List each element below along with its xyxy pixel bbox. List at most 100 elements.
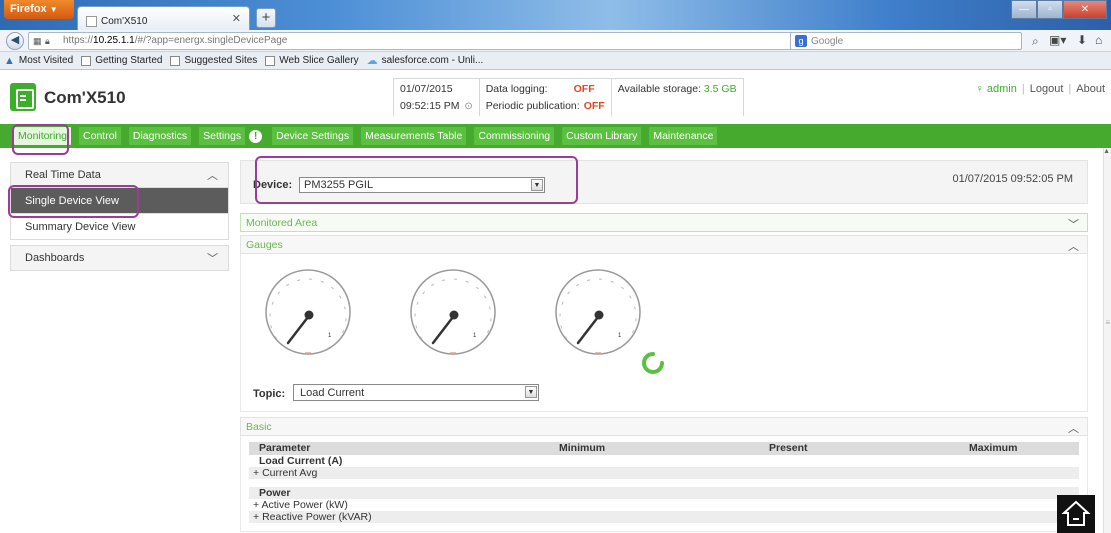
dropdown-arrow-icon[interactable]: ▼ [531, 179, 543, 191]
chevron-up-icon[interactable]: ︿ [1068, 238, 1079, 254]
menu-monitoring[interactable]: Monitoring [14, 127, 72, 145]
table-group-power: Power [249, 487, 1079, 499]
address-bar[interactable]: ▦ 🔒︎ https://10.25.1.1/#/?app=energx.sin… [28, 32, 882, 50]
topic-select[interactable]: Load Current ▼ [293, 384, 539, 401]
chevron-down-icon[interactable]: ﹀ [1068, 216, 1079, 232]
expand-icon[interactable]: + [253, 467, 262, 479]
menu-commissioning[interactable]: Commissioning [474, 127, 555, 145]
logging-block: Data logging: OFF Periodic publication: OF… [480, 79, 612, 116]
column-header-minimum: Minimum [559, 442, 606, 454]
home-shortcut-button[interactable] [1057, 495, 1095, 533]
sidebar-section-dashboards[interactable]: Dashboards ﹀ [10, 245, 229, 271]
close-tab-icon[interactable]: ✕ [232, 12, 241, 25]
basic-panel-header[interactable]: Basic ︿ [240, 417, 1088, 436]
admin-link[interactable]: admin [987, 83, 1017, 95]
menu-control[interactable]: Control [79, 127, 121, 145]
sidebar-item-summary-device-view[interactable]: Summary Device View [10, 214, 229, 240]
home-icon[interactable]: ⌂ [1095, 33, 1102, 47]
table-row[interactable]: + Active Power (kW) [249, 499, 1079, 511]
app-title: Com'X510 [44, 88, 126, 107]
google-icon: g [795, 35, 807, 47]
sidebar-section-label: Dashboards [25, 252, 85, 264]
status-panel: 01/07/2015 09:52:15 PM ⊙ Data logging: OF… [393, 78, 744, 116]
table-row[interactable]: + Reactive Power (kVAR) [249, 511, 1079, 523]
bookmark-label: Getting Started [95, 55, 163, 66]
table-row[interactable]: + Current Avg [249, 467, 1079, 479]
site-identity-icon[interactable]: ▦ [33, 36, 42, 47]
clock-icon: ⊙ [461, 101, 473, 112]
gauge-value: --- [450, 350, 456, 356]
data-logging-label: Data logging: [485, 83, 548, 95]
page-icon [265, 55, 276, 66]
gauge-1: 1 --- [265, 269, 351, 356]
bookmark-most-visited[interactable]: ▲ Most Visited [4, 55, 73, 67]
monitored-area-panel[interactable]: Monitored Area ﹀ [240, 213, 1088, 232]
search-input[interactable]: g Google [790, 32, 1022, 50]
logout-link[interactable]: Logout [1030, 83, 1064, 95]
sidebar-section-real-time-data[interactable]: Real Time Data ︿ [10, 162, 229, 188]
menu-settings[interactable]: Settings [199, 127, 246, 145]
close-window-button[interactable]: ✕ [1063, 0, 1107, 19]
panel-title: Monitored Area [246, 217, 318, 229]
firefox-menu-button[interactable]: Firefox ▼ [4, 0, 74, 19]
search-placeholder: Google [811, 36, 844, 47]
table-group-load-current: Load Current (A) [259, 455, 343, 467]
dropdown-arrow-icon[interactable]: ▼ [525, 386, 537, 398]
row-label: Current Avg [262, 467, 318, 479]
gauge-3: 1 --- [555, 269, 641, 356]
about-link[interactable]: About [1076, 83, 1105, 95]
chevron-down-icon[interactable]: ﹀ [207, 250, 218, 266]
sidebar-item-single-device-view[interactable]: Single Device View [10, 188, 229, 214]
navigation-bar: ◀ ▦ 🔒︎ https://10.25.1.1/#/?app=energx.s… [0, 30, 1111, 52]
panel-title: Gauges [246, 239, 283, 251]
device-select[interactable]: PM3255 PGIL ▼ [299, 177, 545, 193]
storage-label: Available storage: [617, 83, 701, 95]
minimize-button[interactable]: — [1011, 0, 1037, 19]
bookmark-salesforce[interactable]: ☁ salesforce.com - Unli... [367, 54, 484, 67]
page-icon [170, 55, 181, 66]
bookmark-getting-started[interactable]: Getting Started [81, 55, 162, 66]
menu-maintenance[interactable]: Maintenance [649, 127, 718, 145]
browser-tab[interactable]: Com'X510 ✕ [77, 6, 250, 30]
url-path: /#/?app=energx.singleDevicePage [134, 35, 288, 46]
loading-spinner-icon [642, 352, 664, 374]
periodic-publication-status: OFF [583, 100, 605, 112]
gauges-panel-header[interactable]: Gauges ︿ [240, 235, 1088, 254]
new-tab-button[interactable]: + [256, 8, 276, 28]
chevron-up-icon[interactable]: ︿ [1068, 420, 1079, 436]
scroll-up-arrow-icon[interactable]: ▲ [1103, 148, 1110, 155]
current-time: 09:52:15 PM [400, 100, 460, 112]
back-button[interactable]: ◀ [6, 32, 24, 50]
user-icon: ♀ [975, 83, 987, 95]
folder-icon: ▲ [4, 54, 15, 67]
bookmarks-menu-icon[interactable]: ▣▾ [1049, 33, 1066, 47]
bookmarks-toolbar: ▲ Most Visited Getting Started Suggested … [0, 52, 1111, 70]
device-label: Device: [253, 179, 293, 191]
bookmark-web-slice-gallery[interactable]: Web Slice Gallery [265, 55, 359, 66]
menu-diagnostics[interactable]: Diagnostics [128, 127, 192, 145]
data-logging-status: OFF [573, 83, 595, 95]
page-scrollbar[interactable] [1103, 148, 1111, 533]
bookmark-suggested-sites[interactable]: Suggested Sites [170, 55, 257, 66]
gauge-value: --- [305, 350, 311, 356]
search-icon[interactable]: ⌕ [1032, 34, 1039, 49]
menu-measurements-table[interactable]: Measurements Table [361, 127, 467, 145]
bookmark-label: Suggested Sites [184, 55, 258, 66]
menu-device-settings[interactable]: Device Settings [272, 127, 354, 145]
scroll-grip-icon[interactable]: ≡ [1105, 318, 1110, 327]
menu-custom-library[interactable]: Custom Library [562, 127, 642, 145]
downloads-icon[interactable]: ⬇ [1077, 33, 1087, 47]
storage-block: Available storage: 3.5 GB [612, 79, 743, 116]
page-icon [81, 55, 92, 66]
row-label: Active Power (kW) [261, 499, 348, 511]
expand-icon[interactable]: + [253, 511, 262, 523]
warning-icon[interactable]: ! [249, 129, 263, 143]
chevron-up-icon[interactable]: ︿ [207, 167, 218, 183]
bookmark-label: Web Slice Gallery [279, 55, 359, 66]
sidebar-section-label: Real Time Data [25, 169, 101, 181]
url-host: 10.25.1.1 [93, 35, 135, 46]
main-menu: Monitoring Control Diagnostics Settings … [0, 124, 1111, 148]
maximize-button[interactable]: ▫ [1037, 0, 1063, 19]
gauges-area: 1 --- 1 --- 1 --- Topic: Load Current ▼ [240, 254, 1088, 412]
gauge-2: 1 --- [410, 269, 496, 356]
